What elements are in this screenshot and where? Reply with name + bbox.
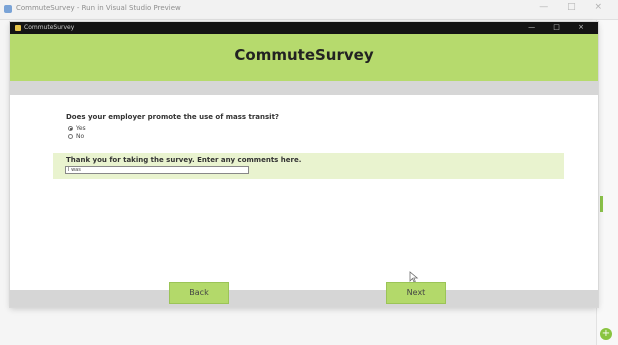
app-window: CommuteSurvey — □ × CommuteSurvey Does y… (10, 22, 598, 307)
comment-section: Thank you for taking the survey. Enter a… (53, 153, 564, 179)
app-icon (4, 5, 12, 13)
survey-content: Does your employer promote the use of ma… (10, 95, 598, 290)
screen: CommuteSurvey - Run in Visual Studio Pre… (0, 0, 618, 345)
comment-label: Thank you for taking the survey. Enter a… (66, 156, 302, 164)
radio-option-yes[interactable]: Yes (68, 124, 86, 132)
header-divider (10, 81, 598, 95)
outer-titlebar: CommuteSurvey - Run in Visual Studio Pre… (0, 0, 618, 20)
outer-window-controls[interactable]: — □ × (539, 2, 610, 12)
outer-window-title: CommuteSurvey - Run in Visual Studio Pre… (16, 4, 181, 12)
window-icon (15, 25, 21, 31)
side-accent-marker (600, 196, 603, 212)
next-button[interactable]: Next (386, 282, 446, 304)
window-controls[interactable]: — □ × (528, 23, 592, 31)
radio-unchecked[interactable] (68, 133, 73, 139)
plus-icon[interactable]: + (600, 328, 612, 340)
radio-option-no[interactable]: No (68, 132, 84, 140)
right-side-panel (596, 20, 618, 345)
comment-input[interactable]: I was (65, 166, 249, 174)
radio-label-no: No (76, 132, 85, 140)
question-text: Does your employer promote the use of ma… (66, 113, 279, 121)
radio-checked[interactable] (68, 125, 73, 131)
page-title: CommuteSurvey (234, 46, 374, 64)
back-button[interactable]: Back (169, 282, 229, 304)
window-title: CommuteSurvey (24, 24, 75, 31)
radio-label-yes: Yes (76, 124, 86, 132)
window-titlebar: CommuteSurvey — □ × (10, 22, 598, 34)
footer-bar (10, 290, 598, 307)
header-banner: CommuteSurvey (10, 34, 598, 81)
